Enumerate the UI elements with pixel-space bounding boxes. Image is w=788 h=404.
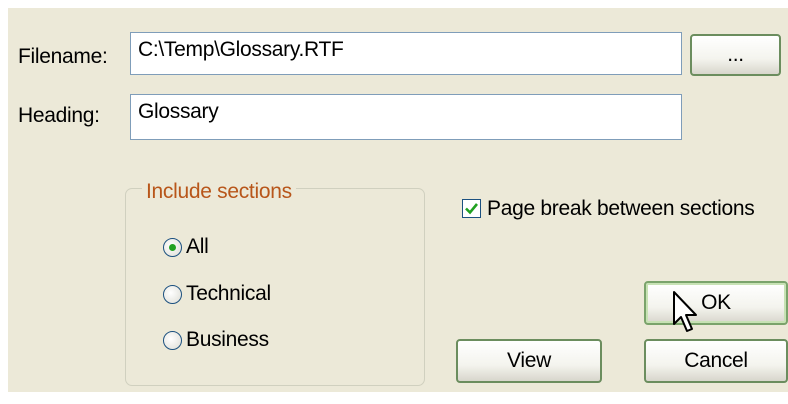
radio-business-label[interactable]: Business xyxy=(186,328,269,352)
radio-technical-label[interactable]: Technical xyxy=(186,282,271,306)
include-sections-title: Include sections xyxy=(142,180,296,204)
ok-button[interactable]: OK xyxy=(644,281,788,325)
page-break-label[interactable]: Page break between sections xyxy=(487,197,755,221)
checkbox-indicator[interactable] xyxy=(462,199,481,218)
browse-button[interactable]: ... xyxy=(690,34,781,76)
mouse-pointer-icon xyxy=(673,291,697,332)
heading-input[interactable]: Glossary xyxy=(130,94,682,140)
cancel-button[interactable]: Cancel xyxy=(644,339,788,383)
export-dialog: Filename: C:\Temp\Glossary.RTF ... Headi… xyxy=(8,8,788,392)
radio-selected-dot xyxy=(169,244,176,251)
radio-business-indicator[interactable] xyxy=(163,331,182,350)
heading-label: Heading: xyxy=(18,104,100,127)
view-button[interactable]: View xyxy=(456,339,602,383)
filename-input[interactable]: C:\Temp\Glossary.RTF xyxy=(130,32,682,75)
checkmark-icon xyxy=(465,203,479,215)
radio-all-indicator[interactable] xyxy=(163,238,182,257)
radio-all-label[interactable]: All xyxy=(186,235,209,259)
filename-label: Filename: xyxy=(18,45,108,68)
radio-technical-indicator[interactable] xyxy=(163,285,182,304)
